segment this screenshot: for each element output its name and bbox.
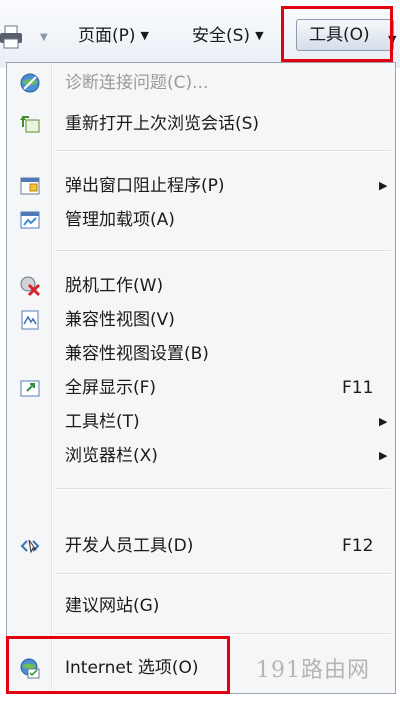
- menu-item-label: 浏览器栏(X): [65, 446, 158, 466]
- tools-highlight-box: [281, 6, 393, 62]
- tools-dropdown-menu: 诊断连接问题(C)... 重新打开上次浏览会话(S) 弹出窗口阻止程序(P) ▶: [6, 62, 396, 694]
- submenu-arrow-icon: ▶: [379, 449, 388, 462]
- menu-item-label: 全屏显示(F): [65, 378, 157, 398]
- menu-item-label: 重新打开上次浏览会话(S): [65, 114, 260, 134]
- reopen-session-icon: [19, 113, 41, 135]
- compatibility-view-icon: [19, 309, 41, 331]
- menu-item-label: 建议网站(G): [65, 596, 160, 616]
- menu-item-label: 兼容性视图(V): [65, 310, 175, 330]
- menu-separator: [55, 633, 391, 635]
- menu-item-explorer-bars[interactable]: 浏览器栏(X) ▶: [7, 439, 395, 473]
- menu-item-label: 兼容性视图设置(B): [65, 344, 209, 364]
- menu-item-compatibility-settings[interactable]: 兼容性视图设置(B): [7, 337, 395, 371]
- menu-item-label: 工具栏(T): [65, 412, 140, 432]
- menu-item-label: 管理加载项(A): [65, 210, 175, 230]
- menu-separator: [55, 150, 391, 152]
- menu-item-label: 脱机工作(W): [65, 276, 164, 296]
- menu-separator: [55, 488, 391, 490]
- menu-item-toolbars[interactable]: 工具栏(T) ▶: [7, 405, 395, 439]
- menu-item-compatibility-view[interactable]: 兼容性视图(V): [7, 303, 395, 337]
- menu-item-suggested-sites[interactable]: 建议网站(G): [7, 589, 395, 623]
- offline-icon: [19, 275, 41, 297]
- submenu-arrow-icon: ▶: [379, 415, 388, 428]
- safety-menu-button[interactable]: 安全(S) ▼: [192, 22, 264, 50]
- globe-diagnose-icon: [19, 72, 41, 94]
- addons-icon: [19, 209, 41, 231]
- chevron-down-icon: ▼: [255, 29, 264, 42]
- menu-separator: [55, 250, 391, 252]
- menu-item-reopen-session[interactable]: 重新打开上次浏览会话(S): [7, 107, 395, 141]
- menu-item-work-offline[interactable]: 脱机工作(W): [7, 269, 395, 303]
- submenu-arrow-icon: ▶: [379, 179, 388, 192]
- menu-item-developer-tools[interactable]: 开发人员工具(D) F12: [7, 529, 395, 563]
- menu-item-fullscreen[interactable]: 全屏显示(F) F11: [7, 371, 395, 405]
- print-dropdown-arrow[interactable]: ▼: [40, 32, 48, 43]
- menu-separator: [55, 573, 391, 575]
- developer-tools-icon: [19, 535, 41, 557]
- menu-item-label: 弹出窗口阻止程序(P): [65, 176, 225, 196]
- printer-icon[interactable]: [0, 24, 26, 50]
- safety-menu-label: 安全(S): [192, 26, 251, 46]
- menu-item-manage-addons[interactable]: 管理加载项(A): [7, 203, 395, 237]
- popup-blocker-icon: [19, 175, 41, 197]
- menu-item-label: 诊断连接问题(C)...: [65, 73, 209, 93]
- fullscreen-icon: [19, 377, 41, 399]
- watermark: 191路由网: [256, 658, 370, 683]
- page-menu-button[interactable]: 页面(P) ▼: [78, 22, 149, 50]
- shortcut-key: F11: [342, 378, 374, 398]
- chevron-down-icon: ▼: [140, 29, 149, 42]
- menu-item-diagnose[interactable]: 诊断连接问题(C)...: [7, 66, 395, 100]
- menu-item-label: 开发人员工具(D): [65, 536, 194, 556]
- page-menu-label: 页面(P): [78, 26, 136, 46]
- shortcut-key: F12: [342, 536, 374, 556]
- menu-item-popup-blocker[interactable]: 弹出窗口阻止程序(P) ▶: [7, 169, 395, 203]
- internet-options-highlight-box: [6, 636, 230, 694]
